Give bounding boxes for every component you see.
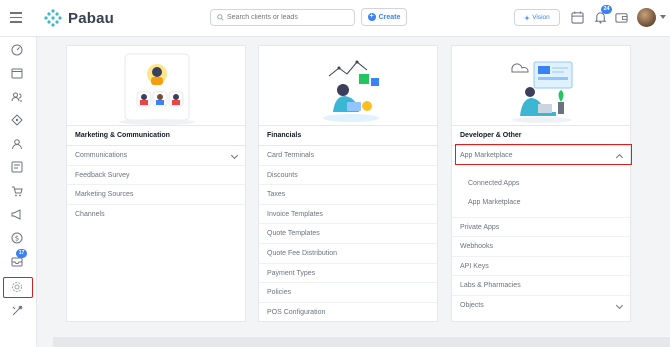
search-input[interactable] xyxy=(227,14,347,21)
pabau-logo-icon xyxy=(44,9,62,27)
card-financials: Financials Card Terminals Discounts Taxe… xyxy=(258,45,438,322)
search-box[interactable] xyxy=(210,9,355,26)
menu-item-quote-templates[interactable]: Quote Templates xyxy=(259,224,437,244)
top-bar: Pabau + Create Vision 24 xyxy=(0,0,670,37)
staff-icon[interactable] xyxy=(11,138,23,150)
wallet-icon[interactable] xyxy=(615,11,628,24)
chevron-down-icon[interactable] xyxy=(660,15,666,19)
menu-item-api-keys[interactable]: API Keys xyxy=(452,257,630,277)
submenu-item-app-marketplace[interactable]: App Marketplace xyxy=(452,193,630,212)
chevron-down-icon xyxy=(615,301,624,310)
create-button[interactable]: + Create xyxy=(361,8,407,26)
item-label: Quote Templates xyxy=(267,230,320,238)
marketing-illustration xyxy=(67,46,245,126)
menu-item-taxes[interactable]: Taxes xyxy=(259,185,437,205)
item-label: Marketing Sources xyxy=(75,191,134,199)
menu-item-labs-pharmacies[interactable]: Labs & Pharmacies xyxy=(452,276,630,296)
menu-item-card-terminals[interactable]: Card Terminals xyxy=(259,146,437,166)
item-label: Objects xyxy=(460,301,484,309)
card-title: Financials xyxy=(259,126,437,146)
footer-strip xyxy=(53,337,670,347)
financials-illustration-icon xyxy=(323,60,379,122)
item-label: Channels xyxy=(75,210,105,218)
megaphone-icon[interactable] xyxy=(11,208,23,220)
menu-item-private-apps[interactable]: Private Apps xyxy=(452,218,630,238)
sidebar: $ 17 xyxy=(0,37,37,347)
marketing-icon[interactable] xyxy=(11,114,23,126)
calendar-icon[interactable] xyxy=(571,11,584,24)
item-label: Communications xyxy=(75,152,128,159)
item-label: POS Configuration xyxy=(267,308,326,316)
chevron-down-icon xyxy=(230,151,239,160)
menu-item-invoice-templates[interactable]: Invoice Templates xyxy=(259,205,437,225)
menu-item-marketing-sources[interactable]: Marketing Sources xyxy=(67,185,245,205)
sparkle-icon xyxy=(524,14,531,21)
menu-icon[interactable] xyxy=(10,12,22,23)
menu-item-objects[interactable]: Objects xyxy=(452,296,630,316)
marketing-illustration-icon xyxy=(119,53,195,125)
create-label: Create xyxy=(378,13,401,21)
cart-icon[interactable] xyxy=(11,185,23,197)
calendar-icon[interactable] xyxy=(11,67,23,79)
card-title: Marketing & Communication xyxy=(67,126,245,146)
card-marketing: Marketing & Communication Communications… xyxy=(66,45,246,322)
developer-illustration xyxy=(452,46,630,126)
item-label: Connected Apps xyxy=(468,179,520,187)
item-label: Invoice Templates xyxy=(267,210,323,218)
menu-item-discounts[interactable]: Discounts xyxy=(259,166,437,186)
item-label: Private Apps xyxy=(460,223,500,231)
finance-icon[interactable]: $ xyxy=(11,232,23,244)
financials-illustration xyxy=(259,46,437,126)
item-label: Payment Types xyxy=(267,269,316,277)
menu-item-feedback-survey[interactable]: Feedback Survey xyxy=(67,166,245,186)
submenu-item-connected-apps[interactable]: Connected Apps xyxy=(452,174,630,193)
logo[interactable]: Pabau xyxy=(44,9,114,27)
clients-icon[interactable] xyxy=(11,91,23,103)
vision-label: Vision xyxy=(532,14,550,21)
menu-item-pos-configuration[interactable]: POS Configuration xyxy=(259,303,437,323)
card-developer: Developer & Other App Marketplace Connec… xyxy=(451,45,631,322)
item-label: Webhooks xyxy=(460,243,493,251)
search-icon xyxy=(217,14,224,21)
reports-icon[interactable] xyxy=(11,161,23,173)
notification-badge: 24 xyxy=(601,5,612,14)
inbox-badge: 17 xyxy=(16,249,27,258)
tools-icon[interactable] xyxy=(11,305,23,317)
dashboard-icon[interactable] xyxy=(11,44,23,56)
item-label: Policies xyxy=(267,289,292,297)
app-name: Pabau xyxy=(68,9,115,27)
item-label: App Marketplace xyxy=(468,198,521,206)
menu-item-quote-fee-distribution[interactable]: Quote Fee Distribution xyxy=(259,244,437,264)
plus-icon: + xyxy=(367,13,376,21)
menu-item-policies[interactable]: Policies xyxy=(259,283,437,303)
svg-text:$: $ xyxy=(15,235,19,243)
developer-illustration-icon xyxy=(511,61,573,123)
item-label: Taxes xyxy=(267,191,286,199)
menu-item-payment-types[interactable]: Payment Types xyxy=(259,264,437,284)
item-label: Card Terminals xyxy=(267,152,314,159)
settings-highlight-box xyxy=(3,277,33,298)
item-label: Quote Fee Distribution xyxy=(267,249,338,257)
menu-item-communications[interactable]: Communications xyxy=(67,146,245,166)
menu-item-webhooks[interactable]: Webhooks xyxy=(452,237,630,257)
item-label: Feedback Survey xyxy=(75,171,130,179)
vision-button[interactable]: Vision xyxy=(514,9,560,26)
card-title: Developer & Other xyxy=(452,126,630,146)
item-label: Labs & Pharmacies xyxy=(460,282,521,290)
item-label: API Keys xyxy=(460,262,489,270)
menu-item-channels[interactable]: Channels xyxy=(67,205,245,225)
item-label: Discounts xyxy=(267,171,298,179)
avatar[interactable] xyxy=(637,8,656,27)
app-marketplace-highlight-box xyxy=(455,144,632,165)
